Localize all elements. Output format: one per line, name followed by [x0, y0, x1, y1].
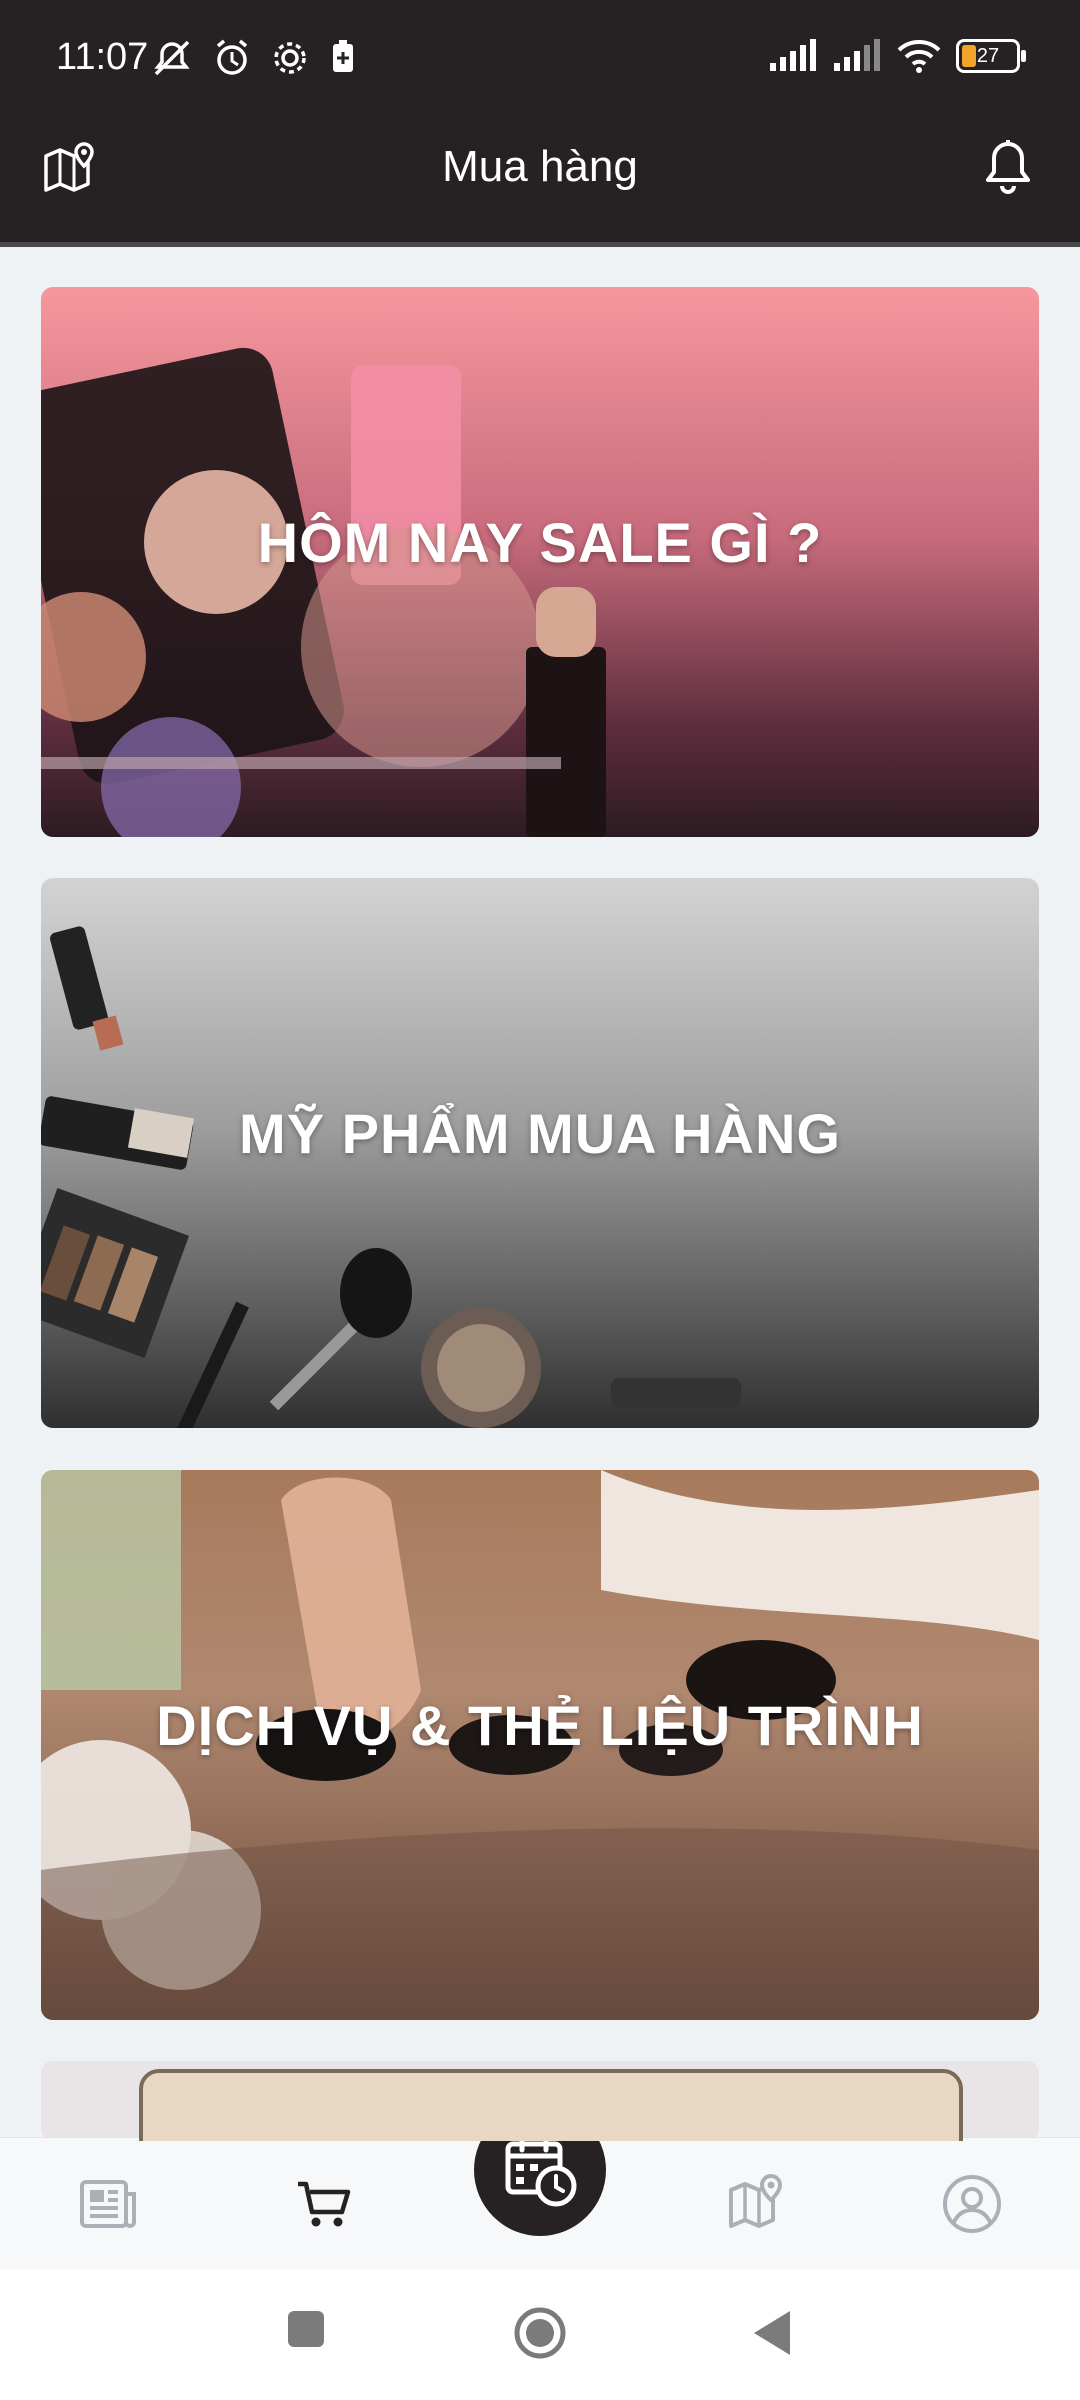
status-time: 11:07 [56, 36, 149, 78]
signal-icon [770, 39, 816, 71]
calendar-clock-icon [505, 2133, 577, 2207]
wifi-icon [897, 40, 941, 73]
card-label: MỸ PHẨM MUA HÀNG [239, 1101, 841, 1165]
cart-icon [298, 2181, 351, 2227]
nav-map[interactable] [725, 2172, 789, 2236]
back-button[interactable] [752, 2309, 792, 2362]
promo-card[interactable] [41, 2061, 1039, 2141]
nav-account[interactable] [940, 2172, 1004, 2236]
bell-icon [986, 140, 1030, 194]
status-icons-left [150, 38, 358, 78]
services-card[interactable]: DỊCH VỤ & THẺ LIỆU TRÌNH [41, 1470, 1039, 2020]
map-pin-icon [729, 2173, 783, 2228]
signal-icon [834, 39, 880, 71]
card-label: DỊCH VỤ & THẺ LIỆU TRÌNH [156, 1693, 924, 1757]
status-bar: 11:07 27 [0, 0, 1080, 118]
triangle-back-icon [754, 2311, 790, 2355]
mute-icon [154, 40, 190, 76]
card-image [139, 2069, 963, 2141]
news-icon [80, 2180, 136, 2228]
account-icon [943, 2175, 1001, 2233]
circle-icon [514, 2307, 566, 2359]
notification-button[interactable] [976, 136, 1040, 200]
home-button[interactable] [512, 2305, 568, 2366]
alarm-icon [216, 39, 248, 75]
cosmetics-card[interactable]: MỸ PHẨM MUA HÀNG [41, 878, 1039, 1428]
card-label: HÔM NAY SALE GÌ ? [257, 510, 823, 574]
gear-icon [274, 42, 306, 74]
sale-today-card[interactable]: HÔM NAY SALE GÌ ? [41, 287, 1039, 837]
battery-saver-icon [333, 40, 353, 72]
battery-icon: 27 [956, 39, 1026, 73]
system-navigation-bar [0, 2269, 1080, 2400]
nav-shopping[interactable] [292, 2172, 356, 2236]
page-title: Mua hàng [442, 142, 638, 191]
square-icon [288, 2311, 324, 2347]
app-bar: Mua hàng [0, 118, 1080, 247]
nav-news[interactable] [76, 2172, 140, 2236]
battery-level: 27 [976, 45, 1000, 67]
status-icons-right: 27 [768, 38, 1026, 74]
recents-button[interactable] [286, 2309, 326, 2354]
